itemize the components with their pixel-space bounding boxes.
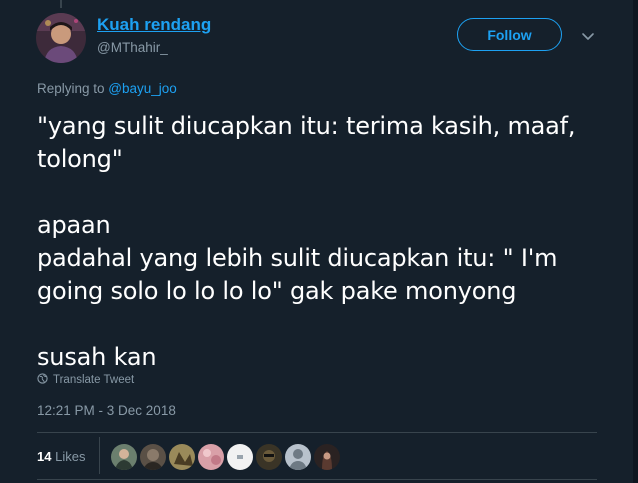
replying-to-mention-link[interactable]: @bayu_joo [108,81,177,96]
scrollbar-gutter [633,0,638,483]
replying-to: Replying to @bayu_joo [37,81,177,96]
liker-avatar[interactable] [198,444,224,470]
tweet-timestamp[interactable]: 12:21 PM - 3 Dec 2018 [37,403,176,418]
liker-avatar[interactable] [227,444,253,470]
translate-tweet-link[interactable]: Translate Tweet [37,373,134,387]
liker-avatars [111,444,340,470]
divider-top [37,432,597,433]
liker-avatar[interactable] [111,444,137,470]
liker-avatar[interactable] [169,444,195,470]
translate-label: Translate Tweet [53,374,135,386]
liker-avatar[interactable] [140,444,166,470]
chevron-down-icon[interactable] [580,28,596,44]
follow-button[interactable]: Follow [457,18,562,51]
replying-prefix: Replying to [37,81,109,96]
liker-avatar[interactable] [314,444,340,470]
likes-number: 14 [37,449,52,464]
liker-avatar[interactable] [256,444,282,470]
author-avatar[interactable] [36,13,86,63]
tweet-text: "yang sulit diucapkan itu: terima kasih,… [37,112,576,371]
thread-connector-line [60,0,62,8]
author-name-link[interactable]: Kuah rendang [97,15,211,35]
likes-separator [99,437,100,474]
likes-label: Likes [55,449,86,464]
likes-count[interactable]: 14 Likes [37,449,85,464]
divider-bottom [37,479,597,480]
author-handle: @MThahir_ [97,40,168,55]
liker-avatar[interactable] [285,444,311,470]
globe-icon [37,373,48,387]
